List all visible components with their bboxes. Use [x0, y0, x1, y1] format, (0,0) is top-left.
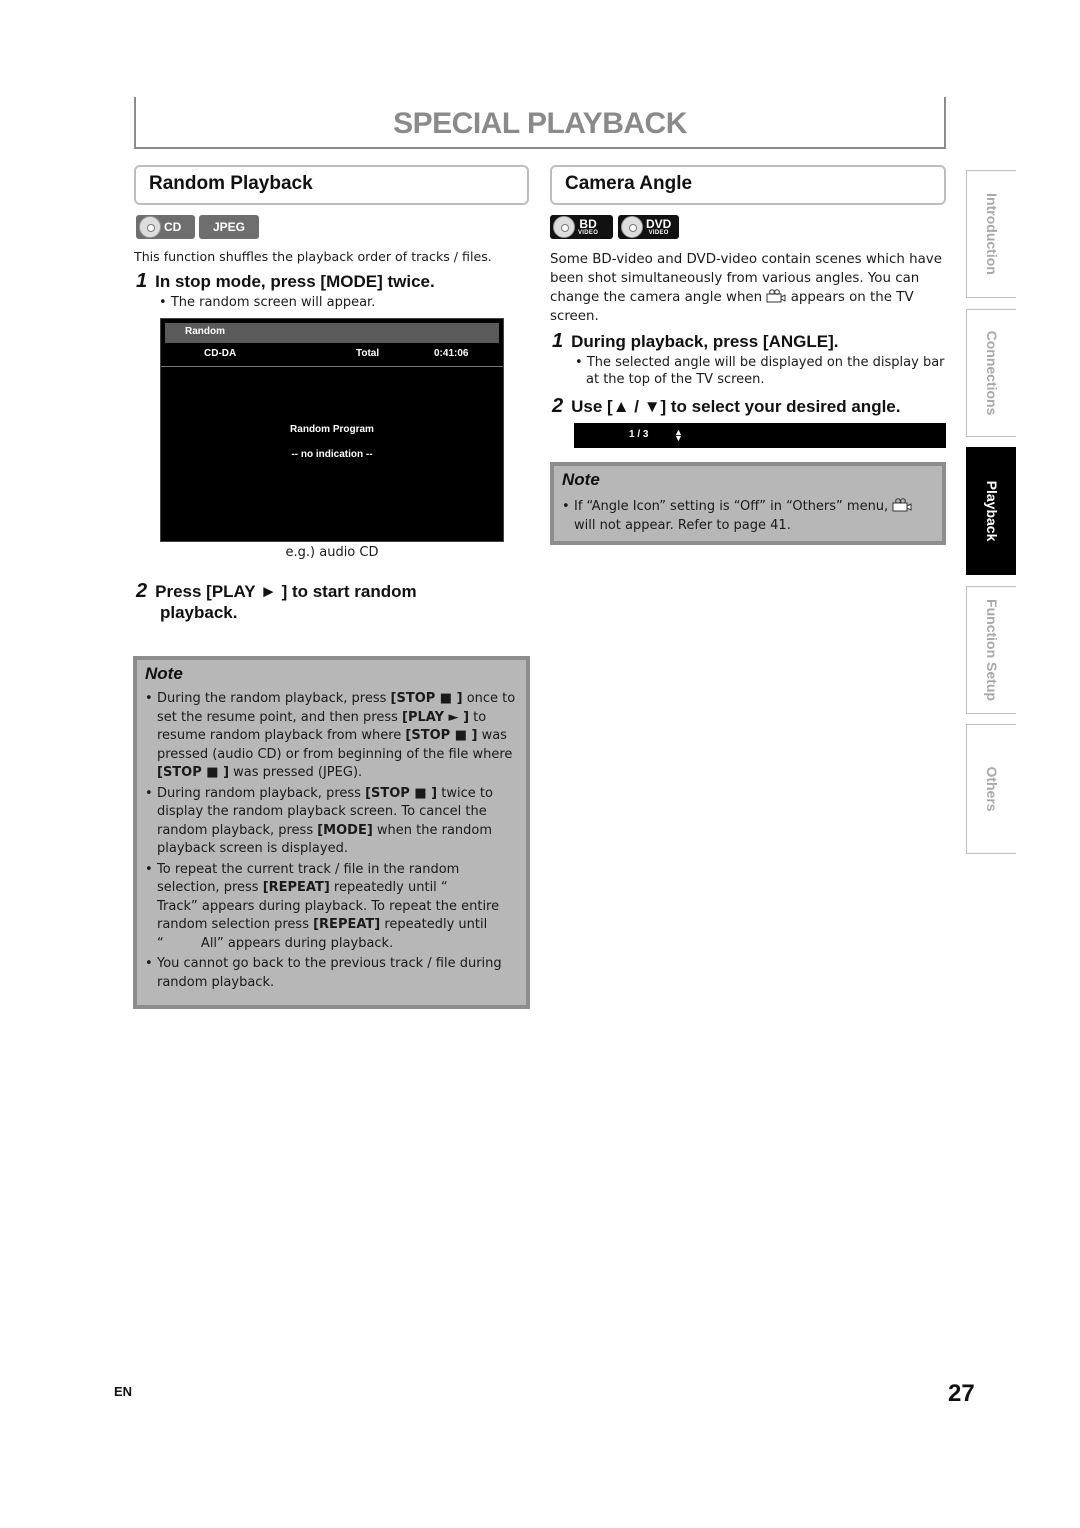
- note-item: You cannot go back to the previous track…: [143, 955, 518, 992]
- note-list: During the random playback, press [STOP …: [143, 690, 518, 994]
- note-item: If “Angle Icon” setting is “Off” in “Oth…: [560, 498, 934, 535]
- note-list: If “Angle Icon” setting is “Off” in “Oth…: [560, 498, 934, 537]
- random-step-2: 2 Press [PLAY ► ] to start random playbac…: [136, 580, 417, 623]
- section-heading-camera-angle: Camera Angle: [550, 165, 946, 205]
- side-tab-others[interactable]: Others: [966, 724, 1016, 854]
- note-title: Note: [145, 664, 183, 683]
- random-note-box: Note During the random playback, press […: [133, 656, 530, 1009]
- angle-value: 1 / 3: [629, 429, 649, 440]
- screen-indication: -- no indication --: [291, 449, 373, 460]
- bd-video-badge: BD VIDEO: [550, 215, 613, 239]
- side-tab-introduction[interactable]: Introduction: [966, 170, 1016, 298]
- camera-step-1: 1 During playback, press [ANGLE].: [552, 330, 839, 352]
- camera-intro: Some BD-video and DVD-video contain scen…: [550, 252, 942, 324]
- jpeg-badge: JPEG: [199, 215, 259, 239]
- page-title: SPECIAL PLAYBACK: [393, 107, 687, 140]
- dvd-video-badge: DVD VIDEO: [618, 215, 679, 239]
- cd-badge: CD: [136, 215, 195, 239]
- camera-angle-icon: [766, 289, 786, 303]
- random-step-1-bullet: • The random screen will appear.: [159, 295, 376, 310]
- camera-step-2: 2 Use [▲ / ▼] to select your desired angl…: [552, 395, 901, 417]
- disc-icon: [139, 216, 161, 238]
- note-item: During the random playback, press [STOP …: [143, 690, 518, 783]
- screen-info-row: CD-DA Total 0:41:06: [161, 345, 503, 367]
- footer-language: EN: [114, 1384, 133, 1399]
- disc-icon: [553, 216, 575, 238]
- note-item: During random playback, press [STOP ■ ] …: [143, 785, 518, 859]
- page-title-box: SPECIAL PLAYBACK: [134, 97, 946, 149]
- side-tab-function-setup[interactable]: Function Setup: [966, 586, 1016, 714]
- page-number: 27: [948, 1380, 975, 1407]
- screen-caption: e.g.) audio CD: [285, 545, 379, 560]
- random-screen-illustration: Random CD-DA Total 0:41:06 Random Progra…: [160, 318, 504, 542]
- heading-text: Camera Angle: [565, 173, 693, 194]
- note-item: To repeat the current track / file in th…: [143, 861, 518, 954]
- camera-step-1-bullet: • The selected angle will be displayed o…: [575, 355, 945, 387]
- random-intro: This function shuffles the playback orde…: [134, 249, 492, 264]
- heading-text: Random Playback: [149, 173, 313, 194]
- side-tab-playback[interactable]: Playback: [966, 447, 1016, 575]
- note-title: Note: [562, 470, 600, 489]
- disc-icon: [621, 216, 643, 238]
- up-down-arrows-icon: ▲ ▼: [674, 427, 683, 443]
- random-step-1: 1 In stop mode, press [MODE] twice.: [136, 270, 435, 292]
- angle-display-bar: 1 / 3 ▲ ▼: [574, 423, 946, 448]
- screen-program-label: Random Program: [290, 424, 374, 435]
- camera-angle-icon: [892, 498, 912, 512]
- section-heading-random-playback: Random Playback: [134, 165, 529, 205]
- screen-title-bar: Random: [165, 323, 499, 343]
- side-tab-connections[interactable]: Connections: [966, 309, 1016, 437]
- camera-note-box: Note If “Angle Icon” setting is “Off” in…: [550, 462, 946, 545]
